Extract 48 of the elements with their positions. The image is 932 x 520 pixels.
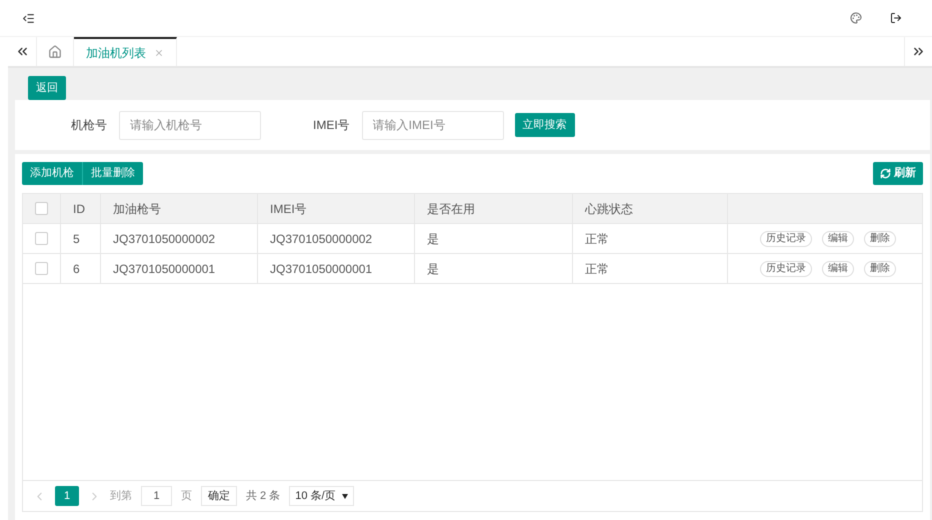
logout-icon[interactable] bbox=[890, 12, 902, 24]
column-header: 心跳状态 bbox=[585, 200, 633, 218]
confirm-button[interactable]: 确定 bbox=[201, 486, 237, 506]
palette-icon[interactable] bbox=[850, 12, 862, 24]
row-action-button[interactable]: 编辑 bbox=[822, 260, 854, 276]
close-icon[interactable] bbox=[154, 48, 164, 58]
row-action-button[interactable]: 删除 bbox=[864, 260, 896, 276]
table-cell-text: 5 bbox=[73, 230, 80, 248]
table-cell-text: 正常 bbox=[585, 260, 609, 278]
total-count: 共 2 条 bbox=[246, 488, 280, 504]
column-header: 加油枪号 bbox=[113, 200, 161, 218]
column-header: IMEI号 bbox=[270, 200, 307, 218]
search-button[interactable]: 立即搜索 bbox=[514, 113, 575, 137]
refresh-button[interactable]: 刷新 bbox=[873, 162, 923, 185]
column-header: 是否在用 bbox=[427, 200, 475, 218]
row-action-button[interactable]: 编辑 bbox=[822, 230, 854, 246]
row-action-button[interactable]: 删除 bbox=[864, 230, 896, 246]
field-label: 机枪号 bbox=[71, 117, 107, 134]
table-cell-text: JQ3701050000001 bbox=[270, 260, 372, 278]
column-header: ID bbox=[73, 200, 85, 218]
row-checkbox[interactable] bbox=[35, 262, 48, 275]
row-checkbox[interactable] bbox=[35, 232, 48, 245]
search-field[interactable]: 请输入IMEI号 bbox=[362, 110, 504, 140]
table-cell-text: 是 bbox=[427, 230, 439, 248]
page-unit: 页 bbox=[181, 488, 192, 504]
tab[interactable]: 加油机列表 bbox=[74, 37, 177, 66]
row-action-button[interactable]: 历史记录 bbox=[760, 230, 812, 246]
search-field[interactable]: 请输入机枪号 bbox=[119, 110, 261, 140]
dropdown-icon bbox=[342, 494, 348, 498]
field-label: IMEI号 bbox=[313, 117, 350, 134]
toolbar-button[interactable]: 批量删除 bbox=[83, 162, 143, 185]
menu-icon[interactable] bbox=[22, 12, 35, 24]
refresh-icon bbox=[880, 168, 891, 179]
row-action-button[interactable]: 历史记录 bbox=[760, 260, 812, 276]
goto-label: 到第 bbox=[110, 488, 132, 504]
table-cell-text: JQ3701050000001 bbox=[113, 260, 216, 278]
page-button[interactable]: 1 bbox=[55, 486, 79, 506]
table-cell-text: 正常 bbox=[585, 230, 609, 248]
page-input[interactable]: 1 bbox=[141, 486, 172, 506]
back-button[interactable]: 返回 bbox=[28, 76, 66, 100]
page-size-select[interactable]: 10 条/页 bbox=[289, 486, 354, 506]
select-all-checkbox[interactable] bbox=[35, 202, 48, 215]
table-cell-text: JQ3701050000002 bbox=[113, 230, 216, 248]
table-cell-text: 6 bbox=[73, 260, 80, 278]
toolbar-button[interactable]: 添加机枪 bbox=[22, 162, 83, 185]
table-cell-text: 是 bbox=[427, 260, 439, 278]
table-cell-text: JQ3701050000002 bbox=[270, 230, 372, 248]
home-icon[interactable] bbox=[48, 44, 62, 58]
